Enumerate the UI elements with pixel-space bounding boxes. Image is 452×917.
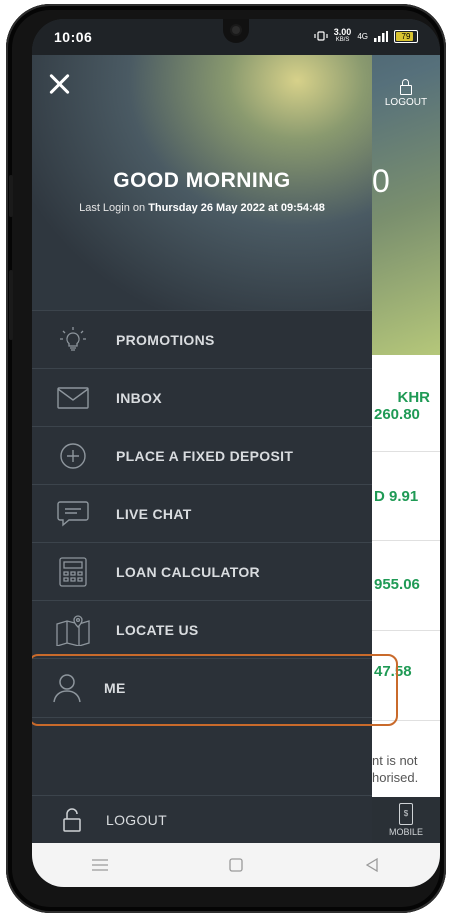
plus-circle-icon bbox=[56, 439, 90, 473]
menu-icon[interactable] bbox=[85, 855, 115, 875]
menu-item-label: PLACE A FIXED DEPOSIT bbox=[116, 447, 294, 464]
greeting-title: GOOD MORNING bbox=[113, 169, 291, 192]
network-speed: 3.00 KB/S bbox=[334, 28, 352, 44]
drawer-hero: GOOD MORNING Last Login on Thursday 26 M… bbox=[32, 55, 372, 310]
menu-item-label: LOCATE US bbox=[116, 621, 199, 638]
phone-side-button bbox=[9, 175, 13, 217]
app-note-line: horised. bbox=[372, 770, 419, 785]
back-icon[interactable] bbox=[357, 855, 387, 875]
network-type: 4G bbox=[357, 31, 368, 41]
app-logout-button[interactable]: LOGOUT bbox=[372, 77, 440, 108]
screen: 10:06 3.00 KB/S 4G 79 LOGOUT 0 KHR 260.8… bbox=[32, 19, 440, 887]
balance-fragment: 0 bbox=[372, 163, 390, 199]
navigation-drawer: GOOD MORNING Last Login on Thursday 26 M… bbox=[32, 55, 398, 844]
front-camera bbox=[223, 19, 249, 43]
menu-item-inbox[interactable]: INBOX bbox=[32, 368, 372, 426]
mobile-phone-icon: $ bbox=[399, 803, 413, 825]
lightbulb-icon bbox=[56, 323, 90, 357]
drawer-logout-button[interactable]: LOGOUT bbox=[32, 795, 372, 844]
app-note-line: nt is not bbox=[372, 753, 418, 768]
system-nav-bar bbox=[32, 843, 440, 887]
vibrate-icon bbox=[314, 31, 328, 41]
close-icon[interactable] bbox=[46, 71, 72, 97]
account-balance: 955.06 bbox=[374, 576, 420, 593]
menu-item-locate-us[interactable]: LOCATE US bbox=[32, 600, 372, 658]
signal-icon bbox=[374, 30, 388, 42]
mobile-tab-label: MOBILE bbox=[388, 827, 423, 837]
menu-item-me[interactable]: ME bbox=[32, 654, 398, 726]
lock-icon bbox=[400, 79, 412, 95]
battery-icon: 79 bbox=[394, 29, 418, 43]
account-balance: 260.80 bbox=[374, 406, 420, 423]
status-time: 10:06 bbox=[54, 29, 93, 45]
envelope-icon bbox=[56, 381, 90, 415]
account-row[interactable]: D 9.91 bbox=[372, 452, 440, 541]
menu-item-loan-calculator[interactable]: LOAN CALCULATOR bbox=[32, 542, 372, 600]
drawer-logout-label: LOGOUT bbox=[106, 812, 167, 828]
menu-item-promotions[interactable]: PROMOTIONS bbox=[32, 310, 372, 368]
account-row[interactable]: KHR 260.80 bbox=[372, 355, 440, 452]
app-note: nt is not horised. bbox=[372, 752, 418, 786]
mobile-tab[interactable]: $ MOBILE bbox=[372, 797, 440, 843]
status-icons: 3.00 KB/S 4G 79 bbox=[314, 28, 418, 44]
menu-item-label: PROMOTIONS bbox=[116, 331, 215, 348]
last-login: Last Login on Thursday 26 May 2022 at 09… bbox=[32, 202, 372, 214]
menu-item-label: LIVE CHAT bbox=[116, 505, 192, 522]
account-balance: D 9.91 bbox=[374, 488, 419, 505]
last-login-value: Thursday 26 May 2022 at 09:54:48 bbox=[148, 202, 325, 214]
menu-item-live-chat[interactable]: LIVE CHAT bbox=[32, 484, 372, 542]
lock-icon bbox=[63, 808, 81, 832]
menu-item-fixed-deposit[interactable]: PLACE A FIXED DEPOSIT bbox=[32, 426, 372, 484]
camera-lens bbox=[232, 26, 240, 34]
account-currency: KHR bbox=[397, 389, 431, 406]
home-icon[interactable] bbox=[221, 855, 251, 875]
menu-item-label: LOAN CALCULATOR bbox=[116, 563, 260, 580]
app-logout-label: LOGOUT bbox=[384, 97, 428, 108]
network-speed-value: 3.00 bbox=[333, 27, 352, 37]
highlight-outline bbox=[32, 654, 398, 726]
calculator-icon bbox=[56, 555, 90, 589]
drawer-menu: PROMOTIONS INBOX PLACE A FIXED DEPOSIT L… bbox=[32, 310, 398, 726]
phone-side-button bbox=[9, 270, 13, 340]
last-login-prefix: Last Login on bbox=[79, 202, 149, 214]
battery-level: 79 bbox=[401, 31, 411, 41]
map-pin-icon bbox=[56, 613, 90, 647]
chat-bubble-icon bbox=[56, 497, 90, 531]
status-bar: 10:06 3.00 KB/S 4G 79 bbox=[32, 19, 440, 55]
account-row[interactable]: 955.06 bbox=[372, 541, 440, 631]
menu-item-label: INBOX bbox=[116, 389, 162, 406]
network-speed-unit: KB/S bbox=[335, 37, 350, 43]
